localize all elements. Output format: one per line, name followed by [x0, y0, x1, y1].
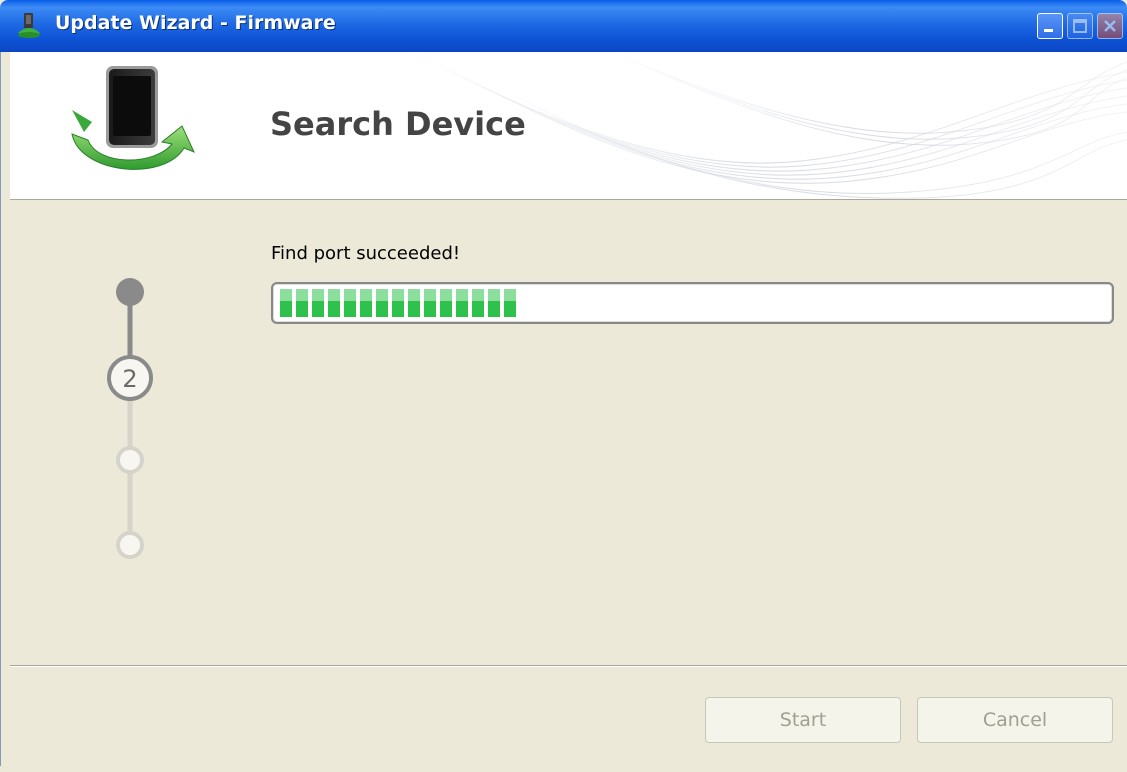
- close-button[interactable]: [1097, 13, 1123, 39]
- minimize-button[interactable]: [1037, 13, 1063, 39]
- step-4-dot: [116, 531, 144, 559]
- phone-sync-icon: [62, 62, 202, 192]
- progress-fill: [278, 289, 518, 317]
- step-3-dot: [116, 446, 144, 474]
- progress-bar: [271, 282, 1114, 324]
- window-frame-bottom: [0, 766, 1127, 772]
- header-banner: Search Device: [10, 52, 1127, 200]
- page-title: Search Device: [270, 105, 526, 143]
- window-title: Update Wizard - Firmware: [55, 12, 336, 34]
- close-icon: [1104, 20, 1116, 32]
- footer-separator: [10, 665, 1127, 667]
- wizard-window: Update Wizard - Firmware Search Device 2…: [0, 0, 1127, 772]
- step-current-label: 2: [122, 365, 137, 393]
- step-1-dot: [116, 278, 144, 306]
- cancel-button[interactable]: Cancel: [917, 697, 1113, 743]
- usb-plug-icon: [14, 11, 44, 41]
- minimize-icon: [1044, 29, 1053, 32]
- maximize-button[interactable]: [1067, 13, 1093, 39]
- step-indicator: 2: [107, 278, 153, 559]
- status-text: Find port succeeded!: [271, 243, 461, 264]
- start-button[interactable]: Start: [705, 697, 901, 743]
- maximize-icon: [1073, 19, 1087, 33]
- window-frame: [0, 52, 10, 772]
- title-bar[interactable]: Update Wizard - Firmware: [0, 0, 1127, 52]
